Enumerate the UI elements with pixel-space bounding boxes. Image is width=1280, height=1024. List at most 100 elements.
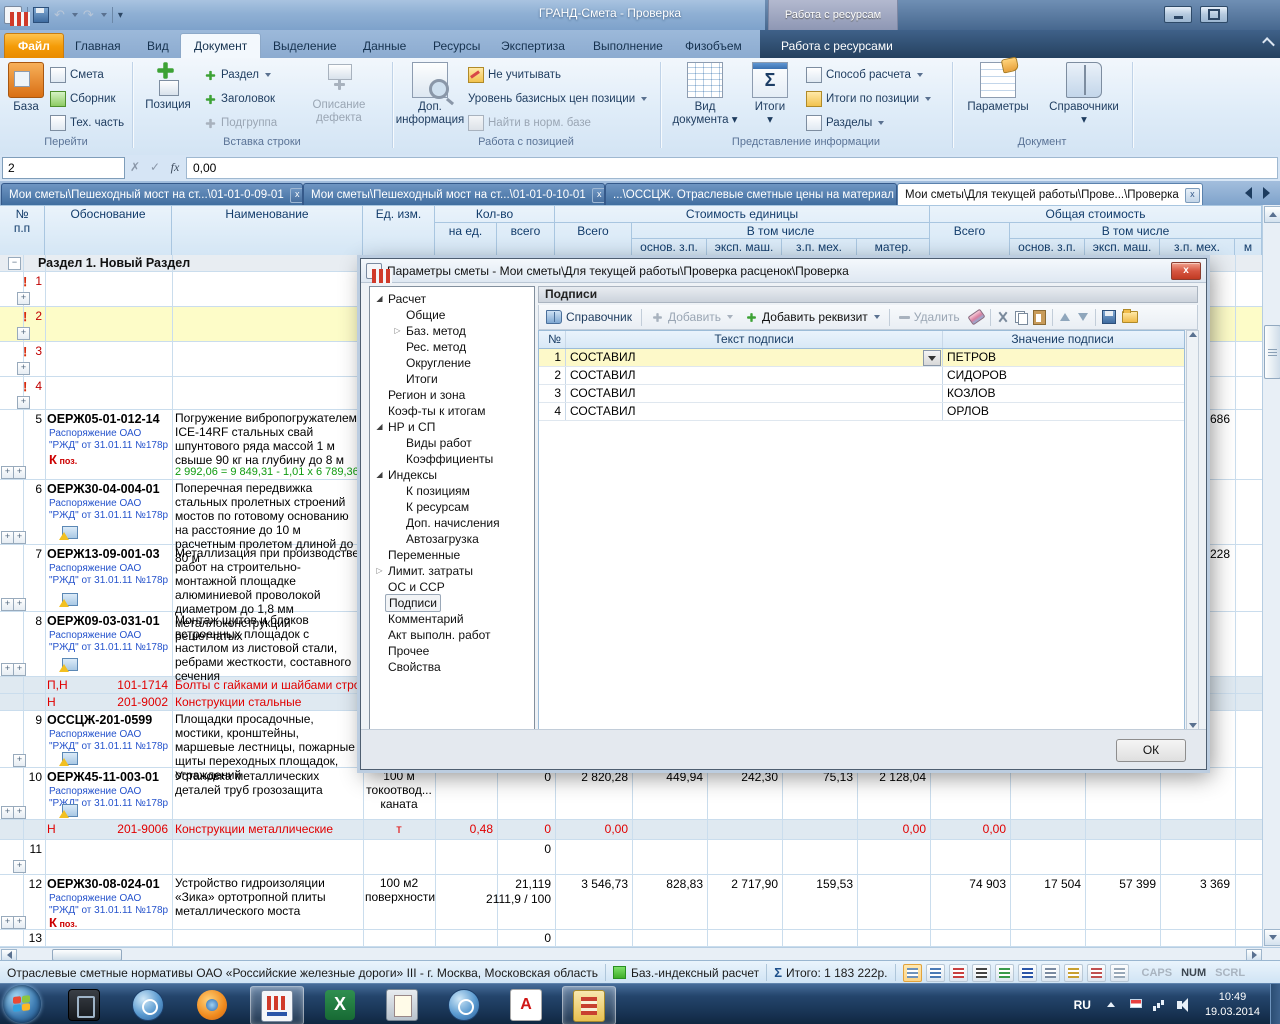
restore-button[interactable] xyxy=(1200,6,1228,23)
taskbar-app-1[interactable] xyxy=(58,986,110,1023)
taskbar-grand-smeta-active[interactable] xyxy=(250,986,304,1024)
col-total-incl[interactable]: В том числе xyxy=(1010,223,1262,239)
confirm-entry-icon[interactable]: ✓ xyxy=(146,157,164,177)
tab-scroll-left-icon[interactable] xyxy=(1245,187,1252,199)
smeta-button[interactable]: Смета xyxy=(50,65,104,85)
col-total-osn[interactable]: основ. з.п. xyxy=(1010,239,1085,256)
position-button[interactable]: Позиция xyxy=(140,62,196,112)
expand-row-icon[interactable] xyxy=(17,396,30,409)
collapse-section-icon[interactable] xyxy=(8,257,21,270)
close-tab-icon[interactable]: x xyxy=(290,188,303,203)
col-signature-value[interactable]: Значение подписи xyxy=(943,331,1182,348)
expand-row-icon[interactable] xyxy=(17,292,30,305)
vertical-scroll-thumb[interactable] xyxy=(1264,325,1280,379)
tree-item-dop-nachisleniya[interactable]: Доп. начисления xyxy=(370,515,534,531)
tree-item-raschet[interactable]: Расчет xyxy=(370,291,534,307)
razdel-button[interactable]: Раздел xyxy=(204,65,271,85)
load-signatures-icon[interactable] xyxy=(1122,311,1138,323)
minimize-button[interactable] xyxy=(1164,6,1192,23)
signature-row-4[interactable]: 4 СОСТАВИЛ ОРЛОВ xyxy=(539,403,1184,421)
tree-item-prochee[interactable]: Прочее xyxy=(370,643,534,659)
redo-dropdown-icon[interactable] xyxy=(101,13,107,17)
scroll-down-icon[interactable] xyxy=(1264,929,1280,946)
copy-icon[interactable] xyxy=(1015,311,1027,324)
move-down-icon[interactable] xyxy=(1077,313,1089,321)
col-total-exp[interactable]: эксп. маш. xyxy=(1085,239,1160,256)
tree-item-k-poziciyam[interactable]: К позициям xyxy=(370,483,534,499)
expand-icon[interactable] xyxy=(13,531,26,544)
skip-position-button[interactable]: Не учитывать xyxy=(468,65,561,85)
col-total-mat[interactable]: м xyxy=(1235,239,1262,256)
col-total-cost[interactable]: Общая стоимость xyxy=(930,206,1262,223)
close-tab-icon[interactable]: x xyxy=(592,188,605,203)
clock[interactable]: 10:49 19.03.2014 xyxy=(1195,990,1270,1020)
taskbar-excel[interactable]: X xyxy=(314,986,366,1023)
col-qty-total[interactable]: всего xyxy=(497,223,555,256)
tree-item-k-resursam[interactable]: К ресурсам xyxy=(370,499,534,515)
doc-tab-3[interactable]: ...\ОССЦЖ. Отраслевые сметные цены на ма… xyxy=(605,183,897,206)
params-button[interactable]: Параметры xyxy=(962,62,1034,114)
undo-button[interactable]: ↶ xyxy=(54,7,65,23)
tree-item-obshchie[interactable]: Общие xyxy=(370,307,534,323)
resource-row[interactable]: Н 201-9006 Конструкции металлические т 0… xyxy=(0,820,1262,840)
delete-button[interactable]: Удалить xyxy=(896,308,963,326)
zagolovok-button[interactable]: Заголовок xyxy=(204,89,275,109)
taskbar-notes[interactable] xyxy=(376,986,428,1023)
itogi-position-button[interactable]: Итоги по позиции xyxy=(806,89,931,109)
row-10[interactable]: 10 ОЕРЖ45-11-003-01 Распоряжение ОАО "РЖ… xyxy=(0,768,1262,820)
doc-tab-4-active[interactable]: Мои сметы\Для текущей работы\Прове...\Пр… xyxy=(897,183,1203,206)
col-unit-cost[interactable]: Стоимость единицы xyxy=(555,206,930,223)
taskbar-browser-1[interactable] xyxy=(122,986,174,1023)
expand-icon[interactable] xyxy=(13,754,26,767)
expand-icon[interactable] xyxy=(13,916,26,929)
move-up-icon[interactable] xyxy=(1059,313,1071,321)
base-level-button[interactable]: Уровень базисных цен позиции xyxy=(468,89,647,109)
network-icon[interactable] xyxy=(1151,997,1167,1013)
col-justification[interactable]: Обоснование xyxy=(45,206,172,256)
col-npp[interactable]: №п.п xyxy=(0,206,45,256)
tree-item-podpisi-selected[interactable]: Подписи xyxy=(370,595,534,611)
fx-icon[interactable]: fx xyxy=(166,157,184,177)
taskbar-pdf[interactable]: A xyxy=(500,986,552,1023)
tree-item-indeksy[interactable]: Индексы xyxy=(370,467,534,483)
tech-part-button[interactable]: Тех. часть xyxy=(50,113,124,133)
tab-document[interactable]: Документ xyxy=(180,33,261,59)
tree-item-kommentarij[interactable]: Комментарий xyxy=(370,611,534,627)
hidden-icons-icon[interactable] xyxy=(1107,1002,1115,1007)
expand-icon[interactable] xyxy=(13,598,26,611)
sbornik-button[interactable]: Сборник xyxy=(50,89,116,109)
save-button[interactable] xyxy=(33,7,49,23)
add-button[interactable]: Добавить xyxy=(648,308,736,326)
tab-data[interactable]: Данные xyxy=(350,34,419,58)
tab-physvol[interactable]: Физобъем xyxy=(672,34,755,58)
tree-item-os-ssr[interactable]: ОС и ССР xyxy=(370,579,534,595)
dop-info-button[interactable]: Доп. информация xyxy=(398,62,462,127)
start-button[interactable] xyxy=(3,985,41,1023)
status-toolbar-icon-4[interactable] xyxy=(972,964,991,982)
tree-item-peremennye[interactable]: Переменные xyxy=(370,547,534,563)
tab-home[interactable]: Главная xyxy=(62,34,134,58)
eraser-icon[interactable] xyxy=(967,309,985,326)
status-toolbar-icon-9[interactable] xyxy=(1087,964,1106,982)
status-toolbar-icon-6[interactable] xyxy=(1018,964,1037,982)
show-desktop-button[interactable] xyxy=(1270,984,1280,1024)
dialog-close-button[interactable]: x xyxy=(1171,262,1201,280)
tree-item-vidy-rabot[interactable]: Виды работ xyxy=(370,435,534,451)
col-unit[interactable]: Ед. изм. xyxy=(363,206,435,256)
app-icon[interactable] xyxy=(4,6,22,24)
tab-file[interactable]: Файл xyxy=(4,33,64,59)
tab-reswork[interactable]: Работа с ресурсами xyxy=(768,34,906,58)
status-toolbar-icon-5[interactable] xyxy=(995,964,1014,982)
formula-value-field[interactable]: 0,00 xyxy=(186,157,1278,179)
doc-view-button[interactable]: Вид документа ▾ xyxy=(672,62,738,127)
close-tab-icon[interactable]: x xyxy=(1185,188,1200,203)
tree-item-itogi[interactable]: Итоги xyxy=(370,371,534,387)
tab-resources[interactable]: Ресурсы xyxy=(420,34,493,58)
sig-scroll-up-icon[interactable] xyxy=(1189,332,1197,337)
expand-icon[interactable] xyxy=(13,860,26,873)
grid-horizontal-scrollbar[interactable] xyxy=(0,947,1280,961)
handbooks-button[interactable]: Справочники▾ xyxy=(1044,62,1124,127)
tab-scroll-right-icon[interactable] xyxy=(1263,187,1270,199)
qat-customize-button[interactable]: ▾ xyxy=(118,10,123,21)
expand-row-icon[interactable] xyxy=(17,327,30,340)
